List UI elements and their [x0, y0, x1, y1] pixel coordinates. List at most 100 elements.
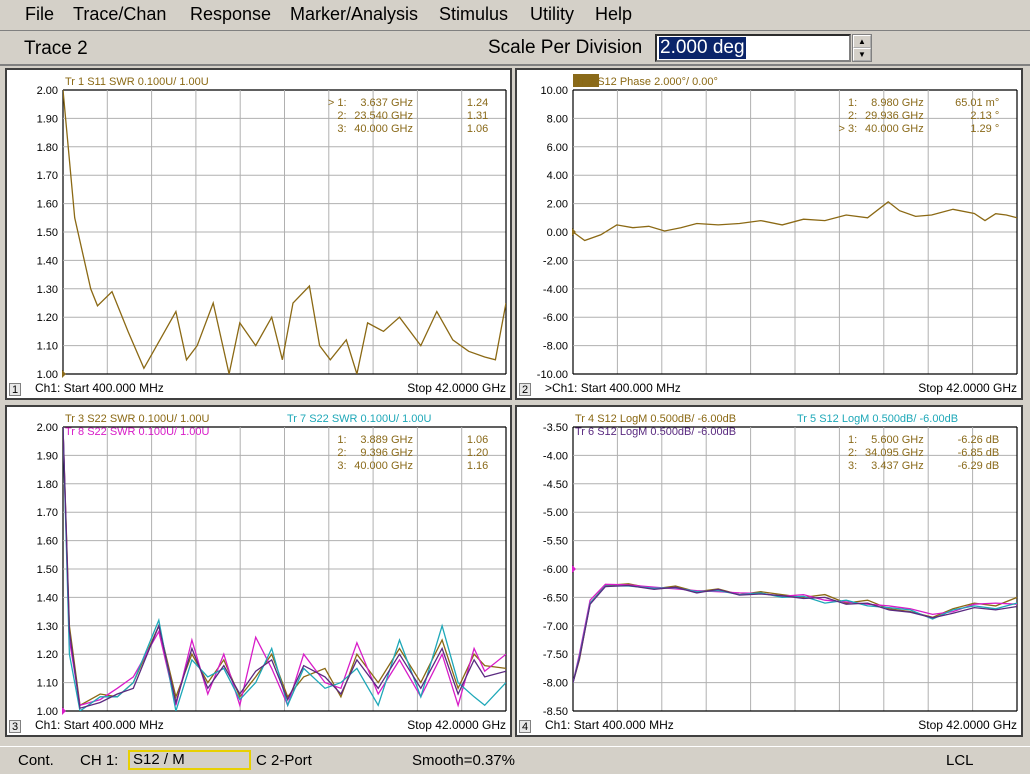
y-tick-label: -2.00 — [543, 255, 568, 267]
menu-trace-chan[interactable]: Trace/Chan — [73, 4, 166, 25]
trace-window-3[interactable]: 2.00 1.90 1.80 1.70 1.60 1.50 1.40 1.30 1.20 1.10… — [5, 405, 512, 737]
trace-header[interactable]: Tr 4 S12 LogM 0.500dB/ -6.00dB — [575, 413, 736, 425]
y-tick-label: 1.80 — [37, 479, 58, 491]
start-frequency[interactable]: Ch1: Start 400.000 MHz — [35, 718, 164, 732]
marker-readout: 1: — [848, 434, 857, 446]
marker-readout: 3: — [337, 460, 346, 472]
y-tick-label: 6.00 — [547, 142, 568, 154]
y-tick-label: -10.00 — [537, 369, 568, 381]
status-active-trace[interactable]: S12 / M — [128, 750, 251, 770]
marker-readout: 3.437 GHz — [871, 460, 924, 472]
menu-bar: File Trace/Chan Response Marker/Analysis… — [0, 0, 1030, 31]
marker-readout: 1.20 — [467, 447, 488, 459]
y-tick-label: -6.00 — [543, 312, 568, 324]
y-tick-label: 8.00 — [547, 113, 568, 125]
grid — [62, 89, 507, 375]
spin-down-button[interactable]: ▼ — [853, 48, 871, 61]
y-tick-label: -8.00 — [543, 341, 568, 353]
marker-readout: 3: — [848, 460, 857, 472]
stop-frequency[interactable]: Stop 42.0000 GHz — [407, 381, 506, 395]
status-cont[interactable]: Cont. — [18, 752, 54, 769]
spin-up-button[interactable]: ▲ — [853, 35, 871, 48]
trace-plot-3: 2.00 1.90 1.80 1.70 1.60 1.50 1.40 1.30 1.20 1.10… — [37, 413, 507, 718]
status-port: C 2-Port — [256, 752, 312, 769]
marker-readout: 29.936 GHz — [865, 110, 924, 122]
reference-arrow[interactable] — [62, 707, 66, 715]
trace-plot-1: 2.00 1.90 1.80 1.70 1.60 1.50 1.40 1.30 1.20 1.10… — [37, 76, 507, 381]
start-frequency[interactable]: >Ch1: Start 400.000 MHz — [545, 381, 681, 395]
marker-readout: 34.095 GHz — [865, 447, 924, 459]
marker-readout: 8.980 GHz — [871, 97, 924, 109]
y-tick-label: -7.50 — [543, 649, 568, 661]
marker-readout: > 1: — [328, 97, 347, 109]
marker-readout: 1.24 — [467, 97, 488, 109]
y-tick-label: 1.30 — [37, 284, 58, 296]
reference-arrow[interactable] — [572, 228, 576, 236]
active-entry-bar: Trace 2 Scale Per Division 2.000 deg ▲ ▼ — [0, 31, 1030, 66]
marker-readout: 5.600 GHz — [871, 434, 924, 446]
menu-stimulus[interactable]: Stimulus — [439, 4, 508, 25]
marker-readout: 1.29 ° — [970, 123, 999, 135]
window-number: 2 — [519, 383, 531, 396]
start-frequency[interactable]: Ch1: Start 400.000 MHz — [35, 381, 164, 395]
y-tick-label: 2.00 — [37, 422, 58, 434]
scale-spinner: ▲ ▼ — [852, 34, 872, 62]
entry-label: Scale Per Division — [488, 37, 643, 58]
trace-header[interactable]: Tr 1 S11 SWR 0.100U/ 1.00U — [65, 76, 209, 88]
y-tick-label: 1.50 — [37, 227, 58, 239]
start-frequency[interactable]: Ch1: Start 400.000 MHz — [545, 718, 674, 732]
y-tick-label: 1.60 — [37, 199, 58, 211]
trace-header[interactable]: Tr 6 S12 LogM 0.500dB/ -6.00dB — [575, 426, 736, 438]
menu-marker-analysis[interactable]: Marker/Analysis — [290, 4, 418, 25]
y-tick-label: -4.00 — [543, 450, 568, 462]
marker-readout: 1: — [848, 97, 857, 109]
y-tick-label: -5.00 — [543, 507, 568, 519]
y-tick-label: 1.20 — [37, 312, 58, 324]
menu-file[interactable]: File — [25, 4, 54, 25]
y-tick-label: 1.10 — [37, 341, 58, 353]
status-smooth: Smooth=0.37% — [412, 752, 515, 769]
marker-readout: -6.29 dB — [958, 460, 1000, 472]
marker-readout: 40.000 GHz — [865, 123, 924, 135]
grid — [572, 426, 1018, 712]
entry-title: Trace 2 — [24, 38, 88, 59]
y-tick-label: 1.20 — [37, 649, 58, 661]
marker-readout: 40.000 GHz — [354, 460, 413, 472]
trace-header[interactable]: Tr 7 S22 SWR 0.100U/ 1.00U — [287, 413, 432, 425]
menu-help[interactable]: Help — [595, 4, 632, 25]
trace-window-4[interactable]: -3.50 -4.00 -4.50 -5.00 -5.50 -6.00 -6.50 -7.00… — [515, 405, 1023, 737]
marker-readout: 1: — [337, 434, 346, 446]
marker-readout: 2: — [337, 110, 346, 122]
y-tick-label: -3.50 — [543, 422, 568, 434]
marker-readout: 3.637 GHz — [360, 97, 413, 109]
menu-response[interactable]: Response — [190, 4, 271, 25]
y-tick-label: 1.40 — [37, 592, 58, 604]
trace-header[interactable]: Tr 2 S12 Phase 2.000°/ 0.00° — [575, 76, 718, 88]
stop-frequency[interactable]: Stop 42.0000 GHz — [918, 381, 1017, 395]
trace-header[interactable]: Tr 3 S22 SWR 0.100U/ 1.00U — [65, 413, 210, 425]
status-lcl: LCL — [946, 752, 974, 769]
marker-readout: 1.31 — [467, 110, 488, 122]
menu-utility[interactable]: Utility — [530, 4, 574, 25]
trace-window-2[interactable]: 10.00 8.00 6.00 4.00 2.00 0.00 -2.00 -4.00 -6.00… — [515, 68, 1023, 400]
trace-window-1[interactable]: 2.00 1.90 1.80 1.70 1.60 1.50 1.40 1.30 1.20 1.10… — [5, 68, 512, 400]
window-number: 1 — [9, 383, 21, 396]
y-tick-label: 2.00 — [547, 199, 568, 211]
marker-readout: 65.01 m° — [955, 97, 999, 109]
stop-frequency[interactable]: Stop 42.0000 GHz — [407, 718, 506, 732]
reference-arrow[interactable] — [572, 565, 576, 573]
trace-header[interactable]: Tr 5 S12 LogM 0.500dB/ -6.00dB — [797, 413, 958, 425]
y-tick-label: 2.00 — [37, 85, 58, 97]
marker-readout: 2: — [848, 110, 857, 122]
y-tick-label: -6.00 — [543, 564, 568, 576]
y-tick-label: 1.70 — [37, 170, 58, 182]
reference-arrow[interactable] — [62, 370, 66, 378]
y-tick-label: 0.00 — [547, 227, 568, 239]
marker-readout: -6.26 dB — [958, 434, 1000, 446]
stop-frequency[interactable]: Stop 42.0000 GHz — [918, 718, 1017, 732]
y-tick-label: 1.60 — [37, 536, 58, 548]
grid — [62, 426, 507, 712]
y-tick-label: -5.50 — [543, 536, 568, 548]
marker-readout: 3: — [337, 123, 346, 135]
trace-header[interactable]: Tr 8 S22 SWR 0.100U/ 1.00U — [65, 426, 210, 438]
